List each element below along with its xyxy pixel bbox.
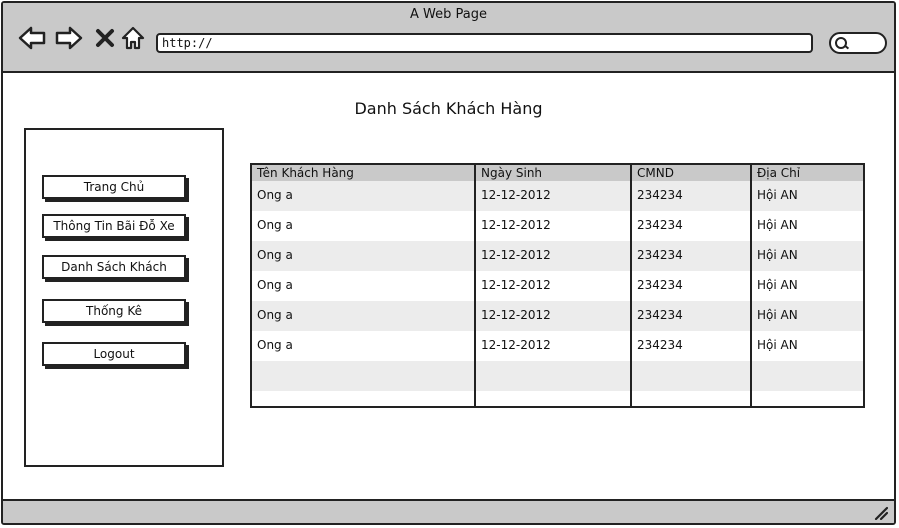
cell-birthdate: 12-12-2012	[475, 271, 632, 301]
cell-birthdate	[475, 361, 632, 391]
home-button[interactable]	[118, 23, 148, 53]
cell-id-number: 234234	[631, 241, 752, 271]
status-bar	[3, 499, 894, 523]
logout-button[interactable]: Logout	[42, 342, 186, 366]
cell-birthdate: 12-12-2012	[475, 241, 632, 271]
sidebar-menu: Trang Chủ Thông Tin Bãi Đỗ Xe Danh Sách …	[24, 128, 224, 467]
cell-name: Ong a	[252, 241, 476, 271]
table-row-empty[interactable]	[252, 391, 863, 406]
cell-id-number: 234234	[631, 211, 752, 241]
table-row[interactable]: Ong a 12-12-2012 234234 Hội AN	[252, 211, 863, 241]
close-x-icon	[96, 29, 114, 47]
cell-name: Ong a	[252, 211, 476, 241]
column-header-name[interactable]: Tên Khách Hàng	[252, 165, 476, 181]
table-row[interactable]: Ong a 12-12-2012 234234 Hội AN	[252, 301, 863, 331]
table-row[interactable]: Ong a 12-12-2012 234234 Hội AN	[252, 181, 863, 211]
customer-table: Tên Khách Hàng Ngày Sinh CMND Địa Chỉ On…	[250, 163, 865, 408]
column-header-id-number[interactable]: CMND	[631, 165, 752, 181]
table-row[interactable]: Ong a 12-12-2012 234234 Hội AN	[252, 271, 863, 301]
cell-address	[751, 361, 863, 391]
browser-window: A Web Page http:// Danh Sách Khách Hàng …	[1, 1, 896, 525]
cell-address	[751, 391, 863, 406]
cell-birthdate: 12-12-2012	[475, 181, 632, 211]
cell-name: Ong a	[252, 301, 476, 331]
browser-toolbar: A Web Page http://	[3, 3, 894, 73]
back-arrow-icon	[18, 26, 46, 50]
cell-address: Hội AN	[751, 301, 863, 331]
search-field[interactable]	[829, 32, 887, 54]
stop-button[interactable]	[90, 23, 120, 53]
cell-id-number	[631, 391, 752, 406]
address-bar[interactable]: http://	[156, 33, 813, 53]
cell-id-number	[631, 361, 752, 391]
cell-birthdate: 12-12-2012	[475, 211, 632, 241]
cell-birthdate	[475, 391, 632, 406]
cell-birthdate: 12-12-2012	[475, 301, 632, 331]
nav-statistics-button[interactable]: Thống Kê	[42, 299, 186, 323]
cell-id-number: 234234	[631, 271, 752, 301]
cell-name	[252, 391, 476, 406]
cell-name: Ong a	[252, 331, 476, 361]
table-row-empty[interactable]	[252, 361, 863, 391]
home-icon	[121, 26, 145, 50]
page-title: Danh Sách Khách Hàng	[354, 99, 543, 118]
cell-address: Hội AN	[751, 181, 863, 211]
cell-name	[252, 361, 476, 391]
cell-id-number: 234234	[631, 301, 752, 331]
table-row[interactable]: Ong a 12-12-2012 234234 Hội AN	[252, 331, 863, 361]
cell-birthdate: 12-12-2012	[475, 331, 632, 361]
resize-grip-icon[interactable]	[874, 506, 888, 520]
cell-address: Hội AN	[757, 278, 798, 292]
nav-parking-info-button[interactable]: Thông Tin Bãi Đỗ Xe	[42, 214, 186, 238]
table-row[interactable]: Ong a 12-12-2012 234234 Hội AN	[252, 241, 863, 271]
cell-name: Ong a	[252, 181, 476, 211]
column-header-address[interactable]: Địa Chỉ	[751, 165, 863, 181]
nav-customer-list-button[interactable]: Danh Sách Khách	[42, 255, 186, 279]
column-header-birthdate[interactable]: Ngày Sinh	[475, 165, 632, 181]
cell-id-number: 234234	[631, 181, 752, 211]
table-header-row: Tên Khách Hàng Ngày Sinh CMND Địa Chỉ	[252, 165, 863, 181]
window-title: A Web Page	[410, 7, 487, 22]
cell-id-number: 234234	[631, 331, 752, 361]
cell-address: Hội AN	[757, 218, 798, 232]
forward-button[interactable]	[54, 23, 84, 53]
cell-name: Ong a	[252, 271, 476, 301]
forward-arrow-icon	[55, 26, 83, 50]
back-button[interactable]	[17, 23, 47, 53]
cell-address: Hội AN	[757, 338, 798, 352]
nav-trang-chu-button[interactable]: Trang Chủ	[42, 175, 186, 199]
cell-address: Hội AN	[751, 241, 863, 271]
